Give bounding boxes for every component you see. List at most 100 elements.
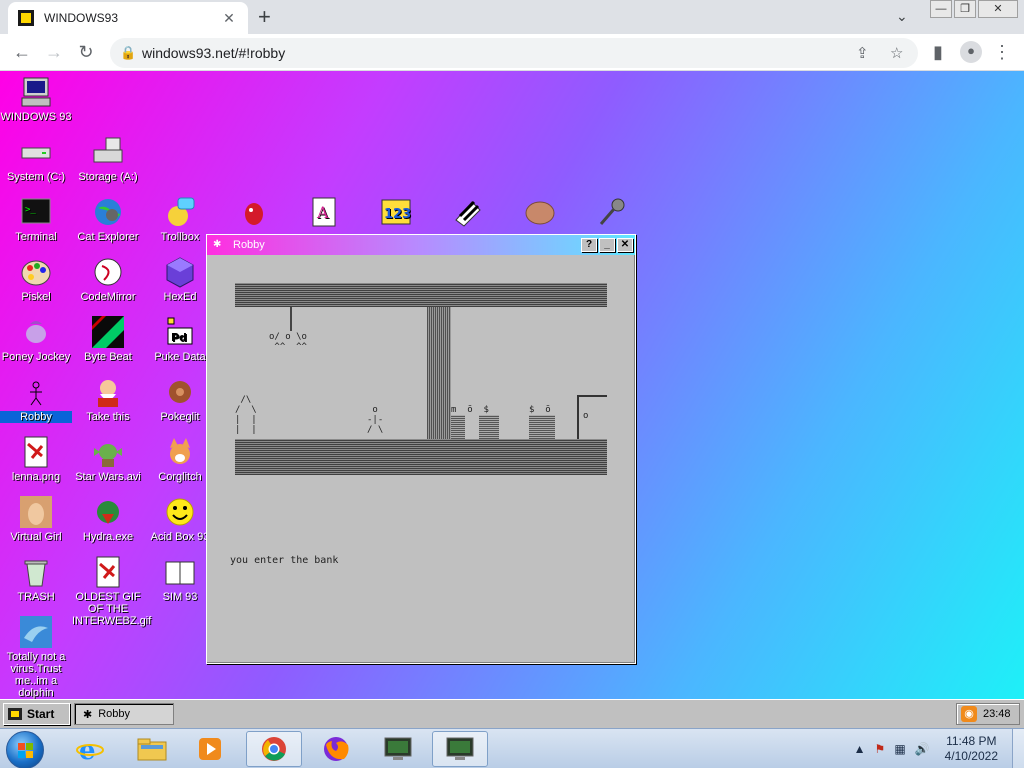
- desktop-icon-take-this[interactable]: Take this: [72, 376, 144, 423]
- gif-file-icon: [92, 556, 124, 588]
- minimize-button[interactable]: _: [599, 238, 615, 252]
- piano-keys-icon: [452, 196, 484, 228]
- desktop-icon-poney-jockey[interactable]: Poney Jockey: [0, 316, 72, 363]
- monitor-app-active-icon[interactable]: [432, 731, 488, 767]
- help-button[interactable]: ?: [581, 238, 597, 252]
- svg-text:123: 123: [384, 207, 411, 222]
- desktop-icon-terminal[interactable]: >_ Terminal: [0, 196, 72, 243]
- desktop-icon-red-creature[interactable]: [218, 196, 290, 231]
- action-center-flag-icon[interactable]: ⚑: [875, 742, 886, 756]
- start-button[interactable]: Start: [3, 703, 70, 725]
- profile-avatar-icon[interactable]: ●: [960, 41, 982, 63]
- svg-text:Pd: Pd: [171, 331, 187, 344]
- desktop-icon-windows93[interactable]: WINDOWS 93: [0, 76, 72, 123]
- menu-kebab-icon[interactable]: ⋮: [992, 42, 1012, 62]
- desktop-icon-piskel[interactable]: Piskel: [0, 256, 72, 303]
- browser-tab[interactable]: WINDOWS93 ✕: [8, 2, 248, 34]
- book-icon: [164, 556, 196, 588]
- monitor-app-icon[interactable]: [370, 731, 426, 767]
- font-a-icon: A: [308, 196, 340, 228]
- pokeball-icon: [164, 376, 196, 408]
- hard-drive-icon: [20, 136, 52, 168]
- stick-figure-icon: [20, 376, 52, 408]
- red-creature-icon: [238, 196, 270, 228]
- desktop-icon-potato[interactable]: [504, 196, 576, 231]
- window-minimize-button[interactable]: —: [930, 0, 952, 18]
- floppy-drive-icon: [92, 136, 124, 168]
- chrome-icon[interactable]: [246, 731, 302, 767]
- volume-icon[interactable]: 🔊: [915, 742, 930, 756]
- share-icon[interactable]: ⇪: [856, 44, 869, 62]
- stick-figure-icon: ✱: [83, 708, 93, 721]
- file-explorer-icon[interactable]: [124, 731, 180, 767]
- tab-search-chevron-icon[interactable]: ⌄: [896, 8, 908, 25]
- desktop-icon-cat-explorer[interactable]: Cat Explorer: [72, 196, 144, 243]
- desktop-icon-lenna[interactable]: lenna.png: [0, 436, 72, 483]
- desktop-icon-123[interactable]: 123: [360, 196, 432, 231]
- microphone-icon: [596, 196, 628, 228]
- desktop-icon-byte-beat[interactable]: Byte Beat: [72, 316, 144, 363]
- lock-icon[interactable]: 🔒: [120, 45, 136, 61]
- window-close-button[interactable]: ✕: [978, 0, 1018, 18]
- network-icon[interactable]: ▦: [894, 742, 905, 756]
- counter-1: [451, 415, 465, 439]
- browser-toolbar: ← → ↻ 🔒 windows93.net/#!robby ⇪ ☆ ▮ ● ⋮: [0, 34, 1024, 71]
- windows-start-orb[interactable]: [6, 731, 44, 768]
- desktop-icon-microphone[interactable]: [576, 196, 648, 231]
- address-bar[interactable]: 🔒 windows93.net/#!robby ⇪ ☆: [110, 38, 918, 68]
- counter-3: [529, 415, 555, 439]
- hydra-icon: [92, 496, 124, 528]
- show-hidden-icons-chevron-icon[interactable]: ▲: [854, 742, 866, 756]
- old-man-icon: [92, 376, 124, 408]
- hanging-rope: [290, 307, 292, 331]
- rss-icon[interactable]: ◉: [961, 706, 977, 722]
- corgi-icon: [164, 436, 196, 468]
- tower-sprite: /\ / \ | | | |: [235, 395, 257, 435]
- close-button[interactable]: ✕: [617, 238, 633, 252]
- floor-slab: [235, 439, 607, 475]
- internet-explorer-icon[interactable]: e: [62, 731, 118, 767]
- show-desktop-button[interactable]: [1012, 729, 1024, 768]
- system-clock[interactable]: 11:48 PM 4/10/2022: [945, 734, 998, 764]
- desktop-icon-oldest-gif[interactable]: OLDEST GIF OF THE INTERWEBZ.gif: [72, 556, 151, 627]
- desktop-icon-hydra[interactable]: Hydra.exe: [72, 496, 144, 543]
- system-tray: ▲ ⚑ ▦ 🔊 11:48 PM 4/10/2022: [854, 729, 1024, 768]
- start-logo-icon: [8, 708, 22, 720]
- desktop-icon-storage-a[interactable]: Storage (A:): [72, 136, 144, 183]
- pony-icon: [20, 316, 52, 348]
- win93-tray: ◉ 23:48: [956, 703, 1020, 725]
- terminal-icon: >_: [20, 196, 52, 228]
- desktop-icon-codemirror[interactable]: CodeMirror: [72, 256, 144, 303]
- side-panel-icon[interactable]: ▮: [928, 42, 948, 62]
- desktop-icon-letter-a[interactable]: A: [288, 196, 360, 231]
- desktop-icon-virtual-girl[interactable]: Virtual Girl: [0, 496, 72, 543]
- taskbar-item-robby[interactable]: ✱ Robby: [74, 703, 174, 725]
- tab-close-icon[interactable]: ✕: [220, 10, 238, 27]
- forward-arrow-icon[interactable]: →: [44, 42, 64, 62]
- desktop-icon-system-c[interactable]: System (C:): [0, 136, 72, 183]
- robby-game-area[interactable]: o/ o \o ^^ ^^ /\ / \ | | | | o -|- / \ m…: [207, 255, 635, 663]
- back-arrow-icon[interactable]: ←: [12, 42, 32, 62]
- window-restore-button[interactable]: ❐: [954, 0, 976, 18]
- dolphin-icon: [20, 616, 52, 648]
- player-sprite: o -|- / \: [367, 405, 384, 435]
- reload-icon[interactable]: ↻: [76, 42, 96, 62]
- desktop-icon-piano[interactable]: [432, 196, 504, 231]
- bookmark-star-icon[interactable]: ☆: [890, 44, 903, 62]
- computer-icon: [20, 76, 52, 108]
- desktop-icon-robby[interactable]: Robby: [0, 376, 72, 423]
- teller-sprite-2: $ ō: [529, 405, 551, 415]
- svg-text:A: A: [316, 203, 329, 222]
- desktop-icon-star-wars[interactable]: Star Wars.avi: [72, 436, 144, 483]
- robby-titlebar[interactable]: ✱ Robby ? _ ✕: [207, 235, 635, 255]
- game-message: you enter the bank: [230, 555, 339, 566]
- cube-icon: [164, 256, 196, 288]
- media-player-icon[interactable]: [182, 731, 238, 767]
- firefox-icon[interactable]: [308, 731, 364, 767]
- new-tab-button[interactable]: +: [258, 6, 271, 28]
- yoda-icon: [92, 436, 124, 468]
- robby-app-icon: ✱: [213, 239, 222, 250]
- desktop-icon-trash[interactable]: TRASH: [0, 556, 72, 603]
- desktop-icon-dolphin[interactable]: Totally not a virus.Trust me..im a dolph…: [0, 616, 72, 699]
- url-text[interactable]: windows93.net/#!robby: [142, 45, 285, 61]
